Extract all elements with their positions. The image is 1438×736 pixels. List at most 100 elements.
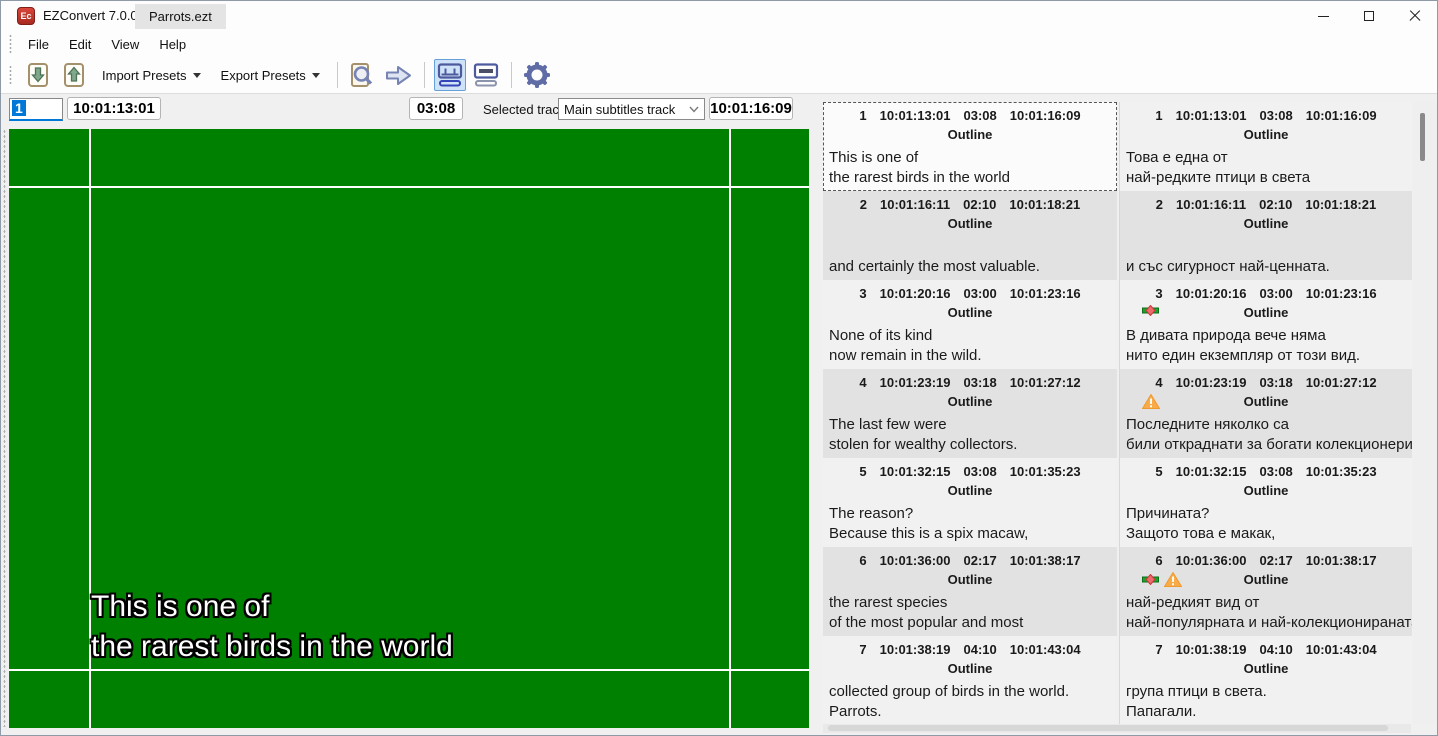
- subtitle-entry-text[interactable]: This is one of the rarest birds in the w…: [823, 148, 1117, 191]
- subtitle-entry[interactable]: 5 10:01:32:15 03:08 10:01:35:23 Outline …: [1120, 458, 1412, 547]
- start-timecode-field[interactable]: 10:01:13:01: [67, 97, 161, 120]
- subtitle-entry[interactable]: 2 10:01:16:11 02:10 10:01:18:21 Outline …: [1120, 191, 1412, 280]
- settings-button[interactable]: [521, 59, 553, 91]
- subtitle-style-label: Outline: [1243, 661, 1289, 676]
- subtitle-entry-end: 10:01:27:12: [1009, 375, 1081, 390]
- chevron-down-icon: [689, 106, 699, 113]
- subtitle-entry-end: 10:01:38:17: [1009, 553, 1081, 568]
- subtitle-entry[interactable]: 6 10:01:36:00 02:17 10:01:38:17 Outline …: [823, 547, 1117, 636]
- subtitle-style-label: Outline: [1243, 572, 1289, 587]
- subtitle-entry-duration: 02:10: [1259, 197, 1293, 212]
- subtitle-entry[interactable]: 1 10:01:13:01 03:08 10:01:16:09 Outline …: [1120, 102, 1412, 191]
- video-preview[interactable]: This is one of the rarest birds in the w…: [9, 129, 809, 728]
- subtitle-entry-number: 5: [859, 464, 867, 479]
- subtitle-entry-header: 2 10:01:16:11 02:10 10:01:18:21: [823, 191, 1117, 213]
- subtitle-number-input[interactable]: 1: [9, 98, 63, 121]
- subtitle-entry-text[interactable]: the rarest species of the most popular a…: [823, 593, 1117, 636]
- subtitle-entry[interactable]: 3 10:01:20:16 03:00 10:01:23:16 Outline …: [1120, 280, 1412, 369]
- subtitle-entry-text[interactable]: collected group of birds in the world. P…: [823, 682, 1117, 725]
- subtitle-entry-number: 7: [1155, 642, 1163, 657]
- maximize-button[interactable]: [1346, 1, 1392, 31]
- subtitle-entry-duration: 03:00: [1259, 286, 1293, 301]
- gear-icon: [523, 62, 550, 88]
- export-file-button[interactable]: [58, 59, 90, 91]
- export-presets-button[interactable]: Export Presets: [213, 60, 328, 90]
- subtitle-entry[interactable]: 5 10:01:32:15 03:08 10:01:35:23 Outline …: [823, 458, 1117, 547]
- subtitle-entry-end: 10:01:23:16: [1009, 286, 1081, 301]
- subtitle-entry-text[interactable]: най-редкият вид от най-популярната и най…: [1120, 593, 1412, 636]
- subtitle-entry-text[interactable]: В дивата природа вече няма нито един екз…: [1120, 326, 1412, 369]
- close-button[interactable]: [1392, 1, 1437, 31]
- menu-grip[interactable]: [9, 34, 12, 54]
- subtitle-entry[interactable]: 7 10:01:38:19 04:10 10:01:43:04 Outline …: [1120, 636, 1412, 725]
- subtitle-entry-end: 10:01:35:23: [1305, 464, 1377, 479]
- import-presets-label: Import Presets: [102, 67, 187, 83]
- subtitle-style-label: Outline: [947, 661, 993, 676]
- subtitle-entry-text[interactable]: Последните няколко са били откраднати за…: [1120, 415, 1412, 458]
- subtitle-entry-text[interactable]: The reason? Because this is a spix macaw…: [823, 504, 1117, 547]
- subtitle-entry[interactable]: 2 10:01:16:11 02:10 10:01:18:21 Outline …: [823, 191, 1117, 280]
- shot-change-icon: [1142, 574, 1159, 585]
- vertical-scrollbar-thumb[interactable]: [1420, 113, 1425, 161]
- end-timecode-field[interactable]: 10:01:16:09: [709, 97, 793, 120]
- subtitle-entry-end: 10:01:35:23: [1009, 464, 1081, 479]
- menu-file[interactable]: File: [18, 37, 59, 52]
- close-icon: [1409, 10, 1421, 22]
- subtitle-entry-end: 10:01:38:17: [1305, 553, 1377, 568]
- document-tab[interactable]: Parrots.ezt: [135, 4, 226, 29]
- import-file-icon: [28, 63, 48, 87]
- subtitle-entry-start: 10:01:16:11: [880, 197, 951, 212]
- subtitle-entry[interactable]: 6 10:01:36:00 02:17 10:01:38:17 Outline …: [1120, 547, 1412, 636]
- menu-view[interactable]: View: [101, 37, 149, 52]
- subtitle-entry-number: 4: [859, 375, 867, 390]
- safe-area-guide-right: [729, 129, 731, 728]
- subtitle-entry-start: 10:01:13:01: [879, 108, 951, 123]
- subtitle-entry-text[interactable]: Това е една от най-редките птици в света: [1120, 148, 1412, 191]
- subtitle-entry-end: 10:01:43:04: [1009, 642, 1081, 657]
- panel-splitter[interactable]: [3, 129, 6, 727]
- subtitle-entry-icons: [1142, 394, 1160, 409]
- minimize-button[interactable]: [1300, 1, 1346, 31]
- preview-button[interactable]: [347, 59, 379, 91]
- maximize-icon: [1364, 11, 1374, 21]
- horizontal-scrollbar-thumb[interactable]: [828, 725, 1388, 731]
- app-icon: Ec: [17, 7, 35, 25]
- selected-track-dropdown[interactable]: Main subtitles track: [558, 98, 705, 120]
- export-presets-label: Export Presets: [220, 67, 306, 83]
- vertical-scrollbar[interactable]: [1413, 101, 1437, 725]
- subtitle-style-label: Outline: [947, 394, 993, 409]
- subtitle-entry-start: 10:01:23:19: [879, 375, 951, 390]
- safe-area-guide-bottom: [9, 669, 809, 671]
- subtitle-entry-text[interactable]: и със сигурност най-ценната.: [1120, 257, 1412, 280]
- duration-field[interactable]: 03:08: [409, 97, 463, 120]
- subtitle-entry-end: 10:01:18:21: [1009, 197, 1081, 212]
- subtitle-entry-text[interactable]: Причината? Защото това е макак,: [1120, 504, 1412, 547]
- convert-button[interactable]: [383, 59, 415, 91]
- import-presets-button[interactable]: Import Presets: [94, 60, 209, 90]
- layout-display-subtitles-button[interactable]: [470, 59, 502, 91]
- menu-bar: File Edit View Help: [1, 31, 1437, 57]
- subtitle-entry-duration: 03:18: [963, 375, 997, 390]
- import-file-button[interactable]: [22, 59, 54, 91]
- subtitle-entry-end: 10:01:27:12: [1305, 375, 1377, 390]
- subtitle-entry-duration: 03:08: [963, 108, 997, 123]
- subtitle-entry-number: 4: [1155, 375, 1163, 390]
- menu-edit[interactable]: Edit: [59, 37, 101, 52]
- subtitle-entry[interactable]: 7 10:01:38:19 04:10 10:01:43:04 Outline …: [823, 636, 1117, 725]
- subtitle-entry-icons: [1142, 572, 1182, 587]
- subtitle-entry-text[interactable]: The last few were stolen for wealthy col…: [823, 415, 1117, 458]
- subtitle-entry-header: 5 10:01:32:15 03:08 10:01:35:23: [1120, 458, 1412, 480]
- subtitle-entry-text[interactable]: група птици в света. Папагали.: [1120, 682, 1412, 725]
- subtitle-entry[interactable]: 1 10:01:13:01 03:08 10:01:16:09 Outline …: [823, 102, 1117, 191]
- subtitle-list-main: 1 10:01:13:01 03:08 10:01:16:09 Outline …: [823, 102, 1117, 725]
- subtitle-entry-duration: 03:08: [963, 464, 997, 479]
- minimize-icon: [1317, 15, 1329, 17]
- subtitle-entry[interactable]: 4 10:01:23:19 03:18 10:01:27:12 Outline …: [823, 369, 1117, 458]
- subtitle-entry[interactable]: 4 10:01:23:19 03:18 10:01:27:12 Outline …: [1120, 369, 1412, 458]
- layout-open-subtitles-button[interactable]: [433, 59, 466, 91]
- menu-help[interactable]: Help: [149, 37, 196, 52]
- subtitle-entry-text[interactable]: and certainly the most valuable.: [823, 257, 1117, 280]
- toolbar-grip[interactable]: [9, 65, 12, 85]
- subtitle-entry-text[interactable]: None of its kind now remain in the wild.: [823, 326, 1117, 369]
- subtitle-entry[interactable]: 3 10:01:20:16 03:00 10:01:23:16 Outline …: [823, 280, 1117, 369]
